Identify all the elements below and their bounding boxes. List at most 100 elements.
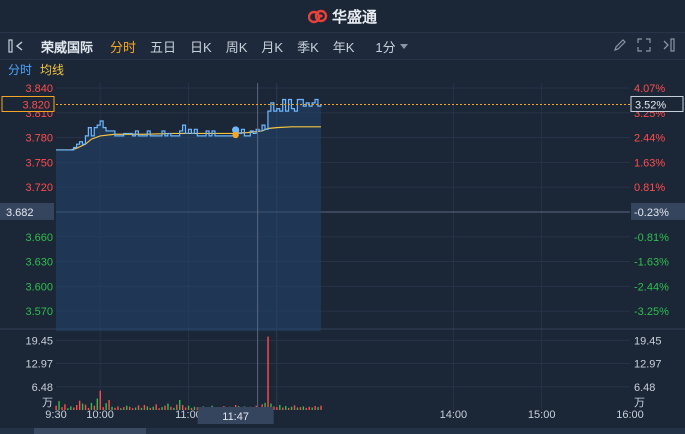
y-pct-label: 2.44% — [634, 133, 665, 145]
prev-close-label: 3.682 — [6, 207, 34, 219]
volume-bar — [131, 408, 134, 410]
volume-bar — [305, 407, 308, 410]
chevron-down-icon — [399, 43, 408, 49]
y-pct-label: -1.63% — [634, 257, 669, 269]
current-price-label: 3.820 — [22, 99, 50, 111]
volume-bar — [73, 407, 75, 410]
intraday-chart[interactable]: 3.840 4.07%3.810 3.25%3.780 2.44%3.750 1.63%… — [0, 79, 685, 434]
price-area-fill — [56, 99, 321, 332]
expand-panel-icon[interactable] — [661, 38, 675, 52]
volume-panel-bg — [56, 329, 630, 410]
volume-bar — [123, 407, 125, 410]
tab-monthly-k[interactable]: 月K — [254, 37, 290, 56]
volume-bar — [267, 336, 269, 410]
volume-bar — [317, 407, 319, 410]
x-tick-label: 14:00 — [440, 409, 468, 421]
y-tick-label: 3.600 — [25, 281, 53, 293]
volume-bar — [308, 406, 310, 410]
toolbar-icons — [613, 38, 675, 52]
volume-tick-label-right: 6.48 — [634, 382, 655, 394]
crosshair-time-label: 11:47 — [222, 411, 249, 423]
volume-tick-label: 6.48 — [32, 382, 53, 394]
volume-bar — [287, 407, 290, 410]
volume-bar — [114, 407, 116, 410]
top-header: 华盛通 — [0, 0, 685, 32]
volume-bar — [140, 407, 143, 410]
tab-weekly-k[interactable]: 周K — [219, 37, 255, 56]
x-tick-label: 16:00 — [616, 409, 644, 421]
volume-bar — [120, 408, 122, 410]
volume-bar — [164, 405, 166, 410]
fullscreen-icon[interactable] — [637, 38, 651, 52]
volume-unit-label: 万 — [42, 397, 53, 409]
volume-bar — [78, 400, 81, 410]
pencil-icon[interactable] — [613, 38, 627, 52]
y-tick-label: 3.720 — [25, 182, 53, 194]
y-tick-label: 3.840 — [25, 83, 53, 95]
volume-bar — [128, 406, 131, 410]
volume-bar — [117, 406, 119, 410]
prev-close-pct-label: -0.23% — [634, 207, 669, 219]
volume-bar — [302, 406, 305, 410]
y-tick-label: 3.660 — [25, 232, 53, 244]
volume-bar — [70, 406, 72, 410]
period-select[interactable]: 1分 — [375, 37, 408, 56]
price-area — [56, 99, 321, 332]
volume-tick-label: 12.97 — [25, 359, 53, 371]
volume-bar — [320, 405, 322, 410]
volume-bar — [137, 405, 140, 410]
legend-avg: 均线 — [40, 62, 65, 77]
x-tick-label: 15:00 — [528, 409, 556, 421]
crosshair-avg-dot — [232, 131, 239, 139]
volume-bar — [314, 406, 316, 410]
chart-tabbar: 荣威国际 分时 五日 日K 周K 月K 季K 年K 1分 — [0, 32, 685, 60]
volume-bar — [290, 406, 293, 410]
legend-price[interactable]: 分时 — [0, 61, 36, 78]
volume-bar — [276, 407, 278, 410]
volume-tick-label-right: 19.45 — [634, 335, 662, 347]
volume-tick-label-right: 12.97 — [634, 359, 662, 371]
collapse-panel-icon[interactable] — [8, 39, 32, 53]
y-pct-label: -3.25% — [634, 306, 669, 318]
chart-legend-bar: 分时 均线 — [0, 59, 685, 79]
y-tick-label: 3.630 — [25, 257, 53, 269]
volume-bar — [134, 407, 137, 410]
volume-bar — [143, 404, 146, 410]
period-value: 1分 — [375, 39, 396, 55]
tab-five-day[interactable]: 五日 — [143, 37, 183, 56]
y-pct-label: -2.44% — [634, 281, 669, 293]
volume-bar — [170, 406, 172, 410]
x-tick-label: 10:00 — [86, 409, 114, 421]
y-tick-label: 3.780 — [25, 133, 53, 145]
volume-bar — [296, 407, 299, 410]
volume-bar — [161, 407, 163, 410]
x-tick-label: 9:30 — [45, 409, 66, 421]
tab-yearly-k[interactable]: 年K — [326, 37, 362, 56]
volume-bar — [155, 404, 157, 410]
volume-bar — [311, 407, 313, 410]
stock-name: 荣威国际 — [41, 39, 94, 55]
volume-bar — [81, 403, 84, 410]
brand-name: 华盛通 — [331, 8, 377, 26]
brand-logo-icon — [307, 9, 328, 24]
volume-bar — [126, 405, 128, 410]
tab-quarterly-k[interactable]: 季K — [290, 37, 326, 56]
volume-bar — [146, 406, 149, 410]
volume-tick-label: 19.45 — [25, 335, 53, 347]
volume-unit-label-right: 万 — [634, 397, 645, 409]
tab-daily-k[interactable]: 日K — [183, 37, 219, 56]
tab-intraday[interactable]: 分时 — [103, 37, 143, 56]
volume-bar — [152, 406, 154, 410]
volume-bar — [167, 403, 169, 410]
volume-bar — [285, 406, 287, 410]
y-tick-label: 3.750 — [25, 157, 53, 169]
brand: 华盛通 — [307, 6, 377, 27]
volume-bar — [149, 407, 151, 410]
current-pct-label: 3.52% — [635, 99, 666, 111]
volume-bar — [67, 408, 69, 410]
volume-bar — [282, 407, 284, 410]
volume-bar — [299, 407, 302, 410]
y-pct-label: 0.81% — [634, 182, 665, 194]
volume-bar — [293, 405, 296, 410]
y-pct-label: 1.63% — [634, 157, 665, 169]
